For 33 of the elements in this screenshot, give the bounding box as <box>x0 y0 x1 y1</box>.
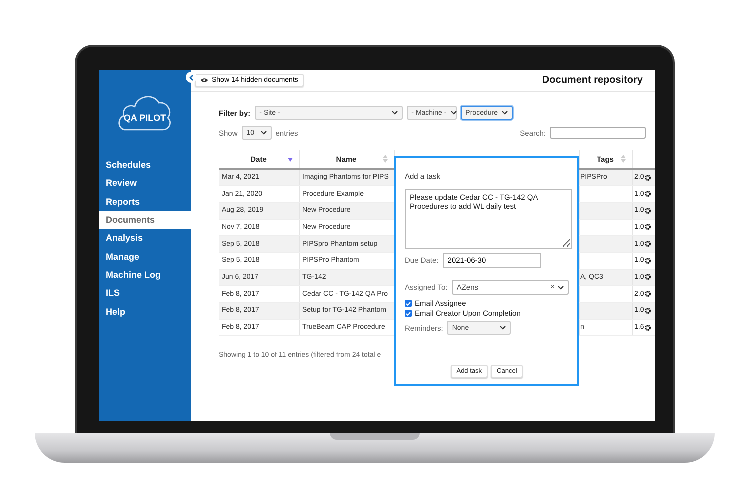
gear-icon[interactable] <box>645 324 652 331</box>
gear-icon[interactable] <box>645 291 652 298</box>
gear-icon[interactable] <box>645 241 652 248</box>
collapse-button[interactable] <box>186 72 197 83</box>
gear-icon[interactable] <box>645 208 652 214</box>
eye-icon <box>201 78 208 83</box>
nav-item[interactable]: Schedules <box>99 156 191 174</box>
caret-icon <box>450 111 457 115</box>
caret-icon <box>500 326 506 330</box>
caret-icon <box>260 131 267 135</box>
nav-item[interactable]: Reports <box>99 192 191 211</box>
gear-icon[interactable] <box>645 308 652 314</box>
nav-item[interactable]: ILS <box>99 284 191 302</box>
search-field[interactable] <box>550 127 646 139</box>
logo-text: QA PILOT <box>124 113 166 123</box>
nav-item[interactable]: Analysis <box>99 229 191 248</box>
checkbox[interactable] <box>405 300 412 307</box>
gear-icon[interactable] <box>645 224 652 230</box>
chevron-left-icon <box>189 74 194 80</box>
caret-icon <box>502 111 508 115</box>
gear-icon[interactable] <box>645 191 652 198</box>
checkbox[interactable] <box>405 310 412 317</box>
nav-item[interactable]: Manage <box>99 247 191 266</box>
nav-item[interactable]: Review <box>99 174 191 193</box>
gear-icon[interactable] <box>645 274 652 280</box>
nav-item[interactable]: Help <box>99 302 191 321</box>
gear-icon[interactable] <box>645 174 652 181</box>
gear-icon[interactable] <box>645 258 652 264</box>
caret-icon <box>558 286 564 290</box>
nav-item[interactable]: Documents <box>99 210 191 230</box>
caret-icon <box>392 111 398 115</box>
page-title: Document repository <box>542 75 643 86</box>
nav-item[interactable]: Machine Log <box>99 266 191 284</box>
